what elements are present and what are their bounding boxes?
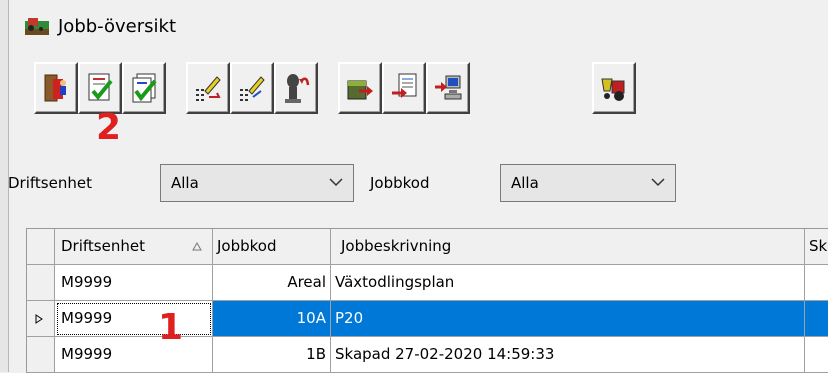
cell-jobbeskrivning: P20 xyxy=(331,301,805,337)
cell-driftsenhet: M9999 xyxy=(55,301,213,337)
send-computer-icon xyxy=(435,75,462,100)
grid-header-row: Driftsenhet Jobbkod Jobbeskrivning Sk xyxy=(27,229,828,265)
window-title: Jobb-översikt xyxy=(58,15,177,37)
check-all-icon xyxy=(132,73,157,103)
current-row-pointer-icon xyxy=(35,314,43,324)
row-indicator xyxy=(27,265,55,301)
row-indicator xyxy=(27,301,55,337)
job-grid: Driftsenhet Jobbkod Jobbeskrivning Sk M9… xyxy=(26,228,828,373)
annotation-marker-two: 2 xyxy=(96,107,122,148)
edit-list-icon xyxy=(196,76,221,101)
driftsenhet-filter-label: Driftsenhet xyxy=(8,174,92,192)
column-header-sk[interactable]: Sk xyxy=(805,229,828,265)
edit-list-button[interactable] xyxy=(186,62,230,114)
field-tractor-icon xyxy=(25,18,49,35)
check-document-icon xyxy=(88,73,113,101)
exit-door-icon xyxy=(44,74,66,102)
undo-job-button[interactable] xyxy=(274,62,318,114)
driftsenhet-filter-select[interactable]: Alla xyxy=(160,164,354,202)
cell-sk xyxy=(805,265,828,301)
check-all-button[interactable] xyxy=(122,62,166,114)
column-header-jobbkod[interactable]: Jobbkod xyxy=(213,229,331,265)
column-header-driftsenhet-label: Driftsenhet xyxy=(61,237,145,255)
cell-jobbkod: Areal xyxy=(213,265,331,301)
export-box-icon xyxy=(347,80,373,100)
driftsenhet-filter-value: Alla xyxy=(171,174,199,192)
sort-ascending-icon xyxy=(192,242,202,251)
chevron-down-icon xyxy=(329,178,343,187)
edit-list-alt-icon xyxy=(240,76,265,101)
cell-sk xyxy=(805,337,828,373)
cell-jobbkod: 10A xyxy=(213,301,331,337)
annotation-marker-one: 1 xyxy=(158,307,184,348)
table-row[interactable]: M9999 1B Skapad 27-02-2020 14:59:33 xyxy=(27,337,828,373)
row-indicator xyxy=(27,337,55,373)
transfer-document-button[interactable] xyxy=(382,62,426,114)
cell-driftsenhet: M9999 xyxy=(55,265,213,301)
exit-button[interactable] xyxy=(34,62,78,114)
send-to-computer-button[interactable] xyxy=(426,62,470,114)
cell-jobbkod: 1B xyxy=(213,337,331,373)
column-header-driftsenhet[interactable]: Driftsenhet xyxy=(55,229,213,265)
table-row-selected[interactable]: M9999 10A P20 xyxy=(27,301,828,337)
window-title-bar: Jobb-översikt xyxy=(24,10,176,42)
machine-button[interactable] xyxy=(592,62,636,114)
column-header-jobbeskrivning[interactable]: Jobbeskrivning xyxy=(331,229,805,265)
jobbkod-filter-value: Alla xyxy=(511,174,539,192)
tractor-spreader-icon xyxy=(601,78,625,101)
undo-job-icon xyxy=(285,74,310,103)
filter-row: Driftsenhet Alla Jobbkod Alla xyxy=(0,158,828,210)
cell-driftsenhet: M9999 xyxy=(55,337,213,373)
chevron-down-icon xyxy=(651,178,665,187)
export-box-button[interactable] xyxy=(338,62,382,114)
row-indicator-header xyxy=(27,229,55,265)
cell-jobbeskrivning: Skapad 27-02-2020 14:59:33 xyxy=(331,337,805,373)
cell-jobbeskrivning: Växtodlingsplan xyxy=(331,265,805,301)
edit-list-alt-button[interactable] xyxy=(230,62,274,114)
jobbkod-filter-select[interactable]: Alla xyxy=(500,164,676,202)
cell-sk xyxy=(805,301,828,337)
table-row[interactable]: M9999 Areal Växtodlingsplan xyxy=(27,265,828,301)
transfer-document-icon xyxy=(392,73,417,98)
jobbkod-filter-label: Jobbkod xyxy=(370,174,430,192)
